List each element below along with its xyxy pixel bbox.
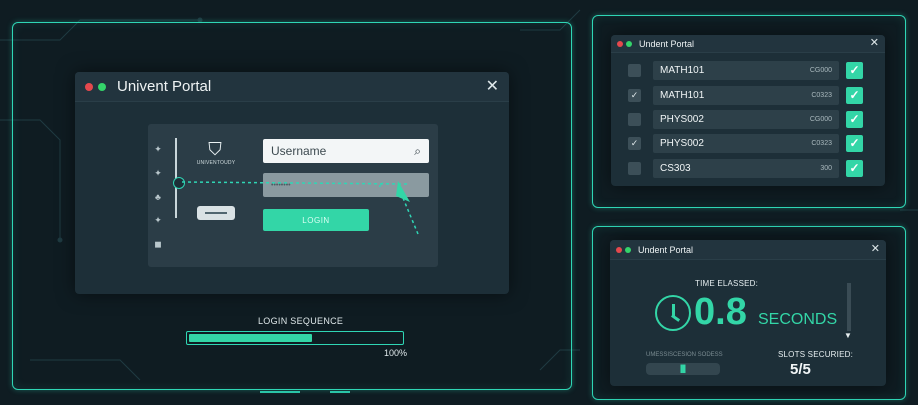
check-icon: ✓ [846, 134, 863, 152]
row-checkbox[interactable]: ✓ [628, 88, 641, 102]
elapsed-label: TIME ELASSED: [695, 279, 759, 288]
progress-percent: 100% [384, 348, 408, 358]
course-code: CG000 [809, 66, 832, 74]
login-window-titlebar: Univent Portal ✕ [75, 72, 509, 102]
close-icon[interactable]: ✕ [486, 78, 499, 95]
row-checkbox[interactable]: ✓ [628, 136, 641, 150]
course-name: PHYS002 [660, 113, 704, 125]
close-dot[interactable] [85, 82, 93, 91]
slots-value: 5/5 [790, 361, 811, 378]
courses-window-title: Undent Portal [639, 38, 695, 49]
course-row[interactable]: PHYS002 CG000 ✓ [628, 109, 873, 129]
vertical-slider[interactable] [847, 283, 851, 331]
course-code: CG000 [809, 115, 832, 123]
maximize-dot[interactable] [625, 246, 631, 253]
check-icon: ✓ [846, 61, 863, 79]
courses-window: Undent Portal ✕ MATH101 CG000 ✓ ✓ MATH10… [611, 35, 885, 186]
close-dot[interactable] [616, 246, 622, 253]
slots-label: SLOTS SECURIED: [778, 350, 854, 359]
courses-titlebar: Undent Portal ✕ [611, 35, 885, 53]
course-name: MATH101 [660, 89, 705, 101]
course-name: CS303 [660, 162, 691, 174]
check-icon: ✓ [846, 110, 863, 128]
close-dot[interactable] [617, 40, 623, 47]
progress-fill [189, 334, 312, 342]
clock-icon [655, 295, 691, 331]
close-icon[interactable]: ✕ [871, 244, 880, 255]
slider-arrow-icon: ▼ [844, 331, 852, 340]
timer-window-title: Undent Portal [638, 244, 694, 255]
course-row[interactable]: ✓ MATH101 C0323 ✓ [628, 85, 873, 105]
maximize-dot[interactable] [626, 40, 632, 47]
close-icon[interactable]: ✕ [870, 38, 879, 49]
elapsed-unit: SECONDS [758, 311, 838, 328]
login-sequence-label: LOGIN SEQUENCE [258, 316, 344, 326]
course-bar: MATH101 C0323 [653, 85, 839, 105]
login-window: Univent Portal ✕ ✦ ✦ ♣ ✦ ◼ ⛉ UNIVENTOUDY… [75, 72, 509, 294]
course-name: MATH101 [660, 64, 705, 76]
row-checkbox[interactable] [628, 161, 641, 175]
check-icon: ✓ [846, 159, 863, 177]
course-code: 300 [820, 164, 832, 172]
course-name: PHYS002 [660, 137, 704, 149]
course-code: C0323 [811, 91, 832, 99]
check-icon: ✓ [846, 86, 863, 104]
status-label: UMESSISCESION SODESS [646, 352, 723, 358]
course-bar: PHYS002 C0323 [653, 133, 839, 153]
cursor-trail [181, 181, 419, 235]
row-checkbox[interactable] [628, 112, 641, 126]
course-row[interactable]: MATH101 CG000 ✓ [628, 60, 873, 80]
elapsed-value: 0.8 [694, 291, 747, 333]
course-bar: PHYS002 CG000 [653, 109, 839, 129]
course-code: C0323 [811, 139, 832, 147]
timer-window: Undent Portal ✕ TIME ELASSED: 0.8 SECOND… [610, 240, 886, 386]
status-bar: ▐▌ [646, 363, 720, 375]
maximize-dot[interactable] [98, 82, 106, 91]
course-bar: MATH101 CG000 [653, 60, 839, 80]
window-title: Univent Portal [117, 78, 212, 95]
login-progress-bar [186, 331, 404, 345]
timer-titlebar: Undent Portal ✕ [610, 240, 886, 260]
row-checkbox[interactable] [628, 63, 641, 77]
course-row[interactable]: CS303 300 ✓ [628, 158, 873, 178]
course-bar: CS303 300 [653, 158, 839, 178]
course-row[interactable]: ✓ PHYS002 C0323 ✓ [628, 133, 873, 153]
login-panel: ✦ ✦ ♣ ✦ ◼ ⛉ UNIVENTOUDY Username ⌕ •••••… [148, 124, 438, 267]
